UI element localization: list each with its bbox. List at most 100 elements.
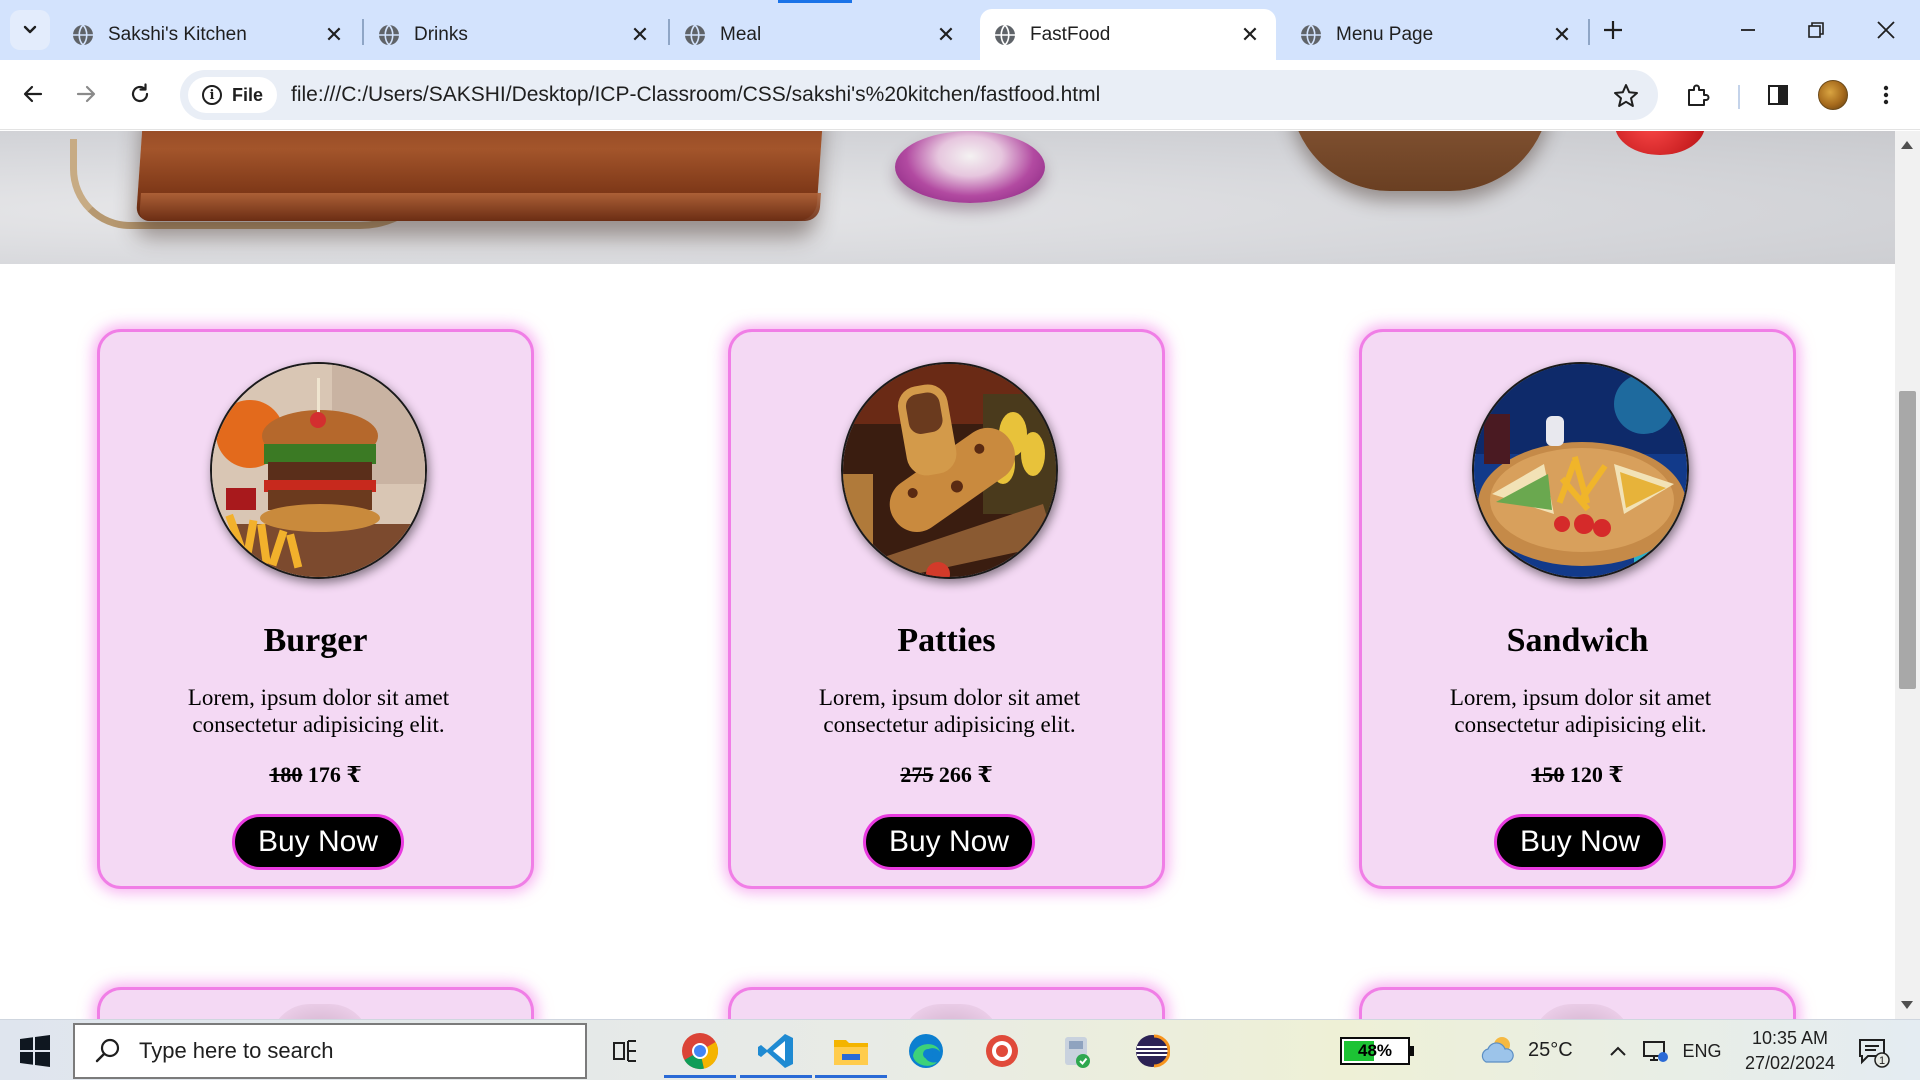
- product-image-partial: [1532, 1004, 1632, 1019]
- notification-icon: 1: [1859, 1039, 1890, 1068]
- eclipse-icon: [1136, 1034, 1170, 1068]
- taskbar-app-edge[interactable]: [890, 1024, 962, 1078]
- chevron-up-icon: [1610, 1046, 1626, 1056]
- tab-separator: [1588, 19, 1590, 45]
- taskbar-search-placeholder: Type here to search: [139, 1038, 334, 1063]
- product-card-partial: [97, 987, 534, 1019]
- product-name: Sandwich: [1506, 622, 1649, 659]
- close-window-button[interactable]: [1864, 8, 1908, 52]
- product-card-partial: [1359, 987, 1796, 1019]
- taskbar-app-installer[interactable]: [1041, 1024, 1113, 1078]
- back-button[interactable]: [13, 74, 53, 114]
- tab-search-button[interactable]: [10, 10, 50, 50]
- vscode-icon: [758, 1034, 793, 1068]
- close-icon: [1877, 21, 1895, 39]
- tab-fastfood[interactable]: FastFood ✕: [980, 9, 1276, 60]
- side-panel-button[interactable]: [1758, 75, 1798, 115]
- close-icon[interactable]: ✕: [1548, 21, 1576, 49]
- minimize-button[interactable]: [1726, 8, 1770, 52]
- network-icon: [1643, 1041, 1668, 1062]
- new-price: 120 ₹: [1569, 762, 1624, 787]
- puzzle-icon: [1688, 84, 1710, 106]
- taskbar-app-recorder[interactable]: [966, 1024, 1038, 1078]
- tab-strip: Sakshi's Kitchen ✕ Drinks ✕ Meal ✕ FastF…: [0, 0, 1920, 60]
- notification-count: 1: [1879, 1055, 1885, 1067]
- windows-start-icon[interactable]: [18, 1034, 52, 1068]
- url-text[interactable]: file:///C:/Users/SAKSHI/Desktop/ICP-Clas…: [291, 83, 1100, 107]
- scroll-thumb[interactable]: [1899, 391, 1916, 689]
- tab-drinks[interactable]: Drinks ✕: [364, 9, 666, 60]
- tab-label: Sakshi's Kitchen: [108, 23, 247, 45]
- input-language[interactable]: ENG: [1680, 1036, 1724, 1066]
- tab-label: FastFood: [1030, 23, 1111, 45]
- close-icon[interactable]: ✕: [932, 21, 960, 49]
- reload-icon: [131, 83, 149, 103]
- arrow-left-icon: [23, 85, 43, 103]
- scroll-down-arrow-icon[interactable]: [1901, 1001, 1913, 1009]
- folder-icon: [834, 1040, 868, 1065]
- taskbar-app-eclipse[interactable]: [1116, 1024, 1188, 1078]
- old-price: 180: [269, 762, 303, 787]
- old-price: 150: [1531, 762, 1565, 787]
- globe-icon: [685, 23, 705, 46]
- patties-image: [841, 362, 1058, 579]
- page-scrollbar[interactable]: [1895, 131, 1920, 1019]
- extensions-button[interactable]: [1678, 75, 1718, 115]
- profile-avatar[interactable]: [1818, 80, 1848, 110]
- browser-menu-button[interactable]: [1866, 75, 1906, 115]
- product-card-burger: Burger Lorem, ipsum dolor sit amet conse…: [97, 329, 534, 889]
- buy-now-button[interactable]: Buy Now: [1494, 814, 1666, 870]
- site-info-chip[interactable]: i File: [188, 77, 278, 113]
- address-bar[interactable]: i File file:///C:/Users/SAKSHI/Desktop/I…: [180, 70, 1658, 120]
- bookmark-star-icon[interactable]: [1612, 82, 1640, 110]
- close-icon[interactable]: ✕: [1236, 21, 1264, 49]
- product-price: 150 120 ₹: [1362, 762, 1793, 788]
- page-viewport: Burger Lorem, ipsum dolor sit amet conse…: [0, 131, 1895, 1019]
- product-grid: Burger Lorem, ipsum dolor sit amet conse…: [0, 131, 1895, 1019]
- toolbar-divider: [1738, 85, 1740, 109]
- product-image-partial: [270, 1004, 370, 1019]
- weather-widget[interactable]: 25°C: [1478, 1034, 1573, 1066]
- taskbar-clock[interactable]: 10:35 AM 27/02/2024: [1730, 1026, 1850, 1076]
- more-vertical-icon: [1883, 85, 1889, 105]
- globe-icon: [1301, 23, 1321, 46]
- reload-button[interactable]: [120, 74, 160, 114]
- network-status-button[interactable]: [1638, 1036, 1672, 1066]
- clock-date: 27/02/2024: [1744, 1053, 1836, 1073]
- show-hidden-icons-button[interactable]: [1604, 1036, 1632, 1066]
- buy-now-button[interactable]: Buy Now: [232, 814, 404, 870]
- globe-icon: [379, 23, 399, 46]
- minimize-icon: [1741, 29, 1755, 31]
- new-price: 176 ₹: [307, 762, 362, 787]
- weather-temperature: 25°C: [1528, 1038, 1573, 1061]
- battery-indicator[interactable]: 48%: [1340, 1037, 1414, 1065]
- taskbar-app-chrome[interactable]: [664, 1024, 736, 1078]
- taskbar-app-file-explorer[interactable]: [815, 1024, 887, 1078]
- product-description: Lorem, ipsum dolor sit amet consectetur …: [818, 685, 1081, 737]
- forward-button[interactable]: [66, 74, 106, 114]
- product-price: 180 176 ₹: [100, 762, 531, 788]
- globe-icon: [995, 23, 1015, 46]
- task-view-button[interactable]: [589, 1024, 661, 1078]
- taskbar-app-vscode[interactable]: [740, 1024, 812, 1078]
- restore-button[interactable]: [1794, 8, 1838, 52]
- tab-menu-page[interactable]: Menu Page ✕: [1286, 9, 1588, 60]
- close-icon[interactable]: ✕: [626, 21, 654, 49]
- battery-terminal: [1410, 1046, 1414, 1056]
- battery-percent: 48%: [1357, 1041, 1393, 1060]
- site-chip-label: File: [232, 84, 264, 105]
- product-card-partial: [728, 987, 1165, 1019]
- scroll-up-arrow-icon[interactable]: [1901, 141, 1913, 149]
- loading-indicator: [778, 0, 852, 3]
- tab-sakshis-kitchen[interactable]: Sakshi's Kitchen ✕: [58, 9, 360, 60]
- buy-now-button[interactable]: Buy Now: [863, 814, 1035, 870]
- tab-label: Meal: [720, 23, 762, 45]
- new-tab-button[interactable]: [1597, 14, 1629, 46]
- browser-toolbar: i File file:///C:/Users/SAKSHI/Desktop/I…: [0, 60, 1920, 130]
- arrow-right-icon: [76, 85, 96, 103]
- taskbar-search-box[interactable]: Type here to search: [73, 1023, 587, 1079]
- cloudy-weather-icon: [1481, 1037, 1514, 1063]
- tab-meal[interactable]: Meal ✕: [670, 9, 972, 60]
- close-icon[interactable]: ✕: [320, 21, 348, 49]
- notification-center-button[interactable]: 1: [1856, 1034, 1890, 1068]
